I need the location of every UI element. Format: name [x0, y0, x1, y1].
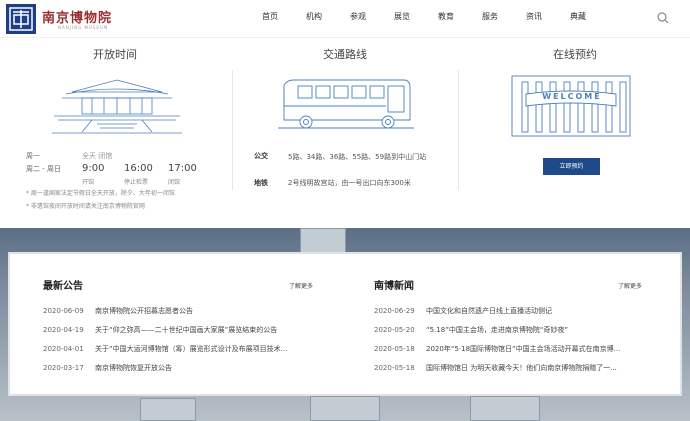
- bus-route: 5路、34路、36路、55路、59路到中山门站: [288, 153, 427, 161]
- last-entry-time: 16:00: [124, 163, 153, 174]
- bus-label: 公交: [254, 152, 268, 160]
- hours-title: 开放时间: [93, 48, 137, 61]
- site-header: 南京博物院 NANJING MUSEUM 首页 机构 参观 展览 教育 服务 资…: [0, 0, 690, 38]
- architecture-decoration: [470, 396, 540, 421]
- monday-label: 周一: [26, 152, 40, 160]
- list-item[interactable]: 2020-06-29 中国文化和自然遗产日线上直播活动侧记: [374, 306, 646, 316]
- architecture-decoration: [310, 396, 380, 421]
- monday-value: 全天 闭馆: [82, 152, 113, 160]
- hours-note-2: * 非遗馆夜间开放时间请关注南京博物院官网: [26, 203, 145, 210]
- museum-logo-icon[interactable]: [6, 4, 36, 34]
- announcements-more-link[interactable]: 了解更多: [289, 281, 313, 290]
- welcome-banner-text: WELCOME: [542, 92, 602, 101]
- booking-title: 在线预约: [553, 48, 597, 61]
- booking-section: 在线预约 WELCOME 立即预约: [460, 38, 690, 228]
- news-more-link[interactable]: 了解更多: [618, 281, 642, 290]
- metro-label: 地铁: [254, 179, 268, 187]
- nav-item-home[interactable]: 首页: [248, 0, 292, 38]
- list-item[interactable]: 2020-05-20 “5.18”中国主会场，走进南京博物院“奇妙夜”: [374, 325, 646, 335]
- nav-item-organization[interactable]: 机构: [292, 0, 336, 38]
- nav-item-news[interactable]: 资讯: [512, 0, 556, 38]
- welcome-gate-icon: WELCOME: [510, 74, 632, 142]
- nav-item-collection[interactable]: 典藏: [556, 0, 600, 38]
- search-icon[interactable]: [656, 10, 670, 24]
- nav-item-visit[interactable]: 参观: [336, 0, 380, 38]
- list-item[interactable]: 2020-03-17 南京博物院恢复开放公告: [43, 363, 333, 373]
- book-now-button[interactable]: 立即预约: [543, 158, 600, 175]
- list-item[interactable]: 2020-04-19 关于“仰之弥高——二十世纪中国画大家展”展览结束的公告: [43, 325, 333, 335]
- list-item[interactable]: 2020-06-09 南京博物院公开招募志愿者公告: [43, 306, 333, 316]
- weekday-label: 周二 - 周日: [26, 165, 61, 173]
- list-item[interactable]: 2020-04-01 关于“中国大运河博物馆（筹）展览形式设计及布展项目技术...: [43, 344, 333, 354]
- main-nav: 首页 机构 参观 展览 教育 服务 资讯 典藏: [248, 0, 600, 38]
- open-time: 9:00: [82, 163, 105, 174]
- logo-text[interactable]: 南京博物院: [42, 7, 112, 26]
- list-item[interactable]: 2020-05-18 2020年“5·18国际博物馆日”中国主会场活动开幕式在南京…: [374, 344, 646, 354]
- nav-item-service[interactable]: 服务: [468, 0, 512, 38]
- last-entry-label: 停止检票: [124, 179, 149, 186]
- bus-icon: [278, 76, 414, 136]
- nav-item-exhibition[interactable]: 展览: [380, 0, 424, 38]
- close-time-label: 闭馆: [168, 179, 181, 186]
- news-title: 南博新闻: [374, 281, 414, 292]
- hours-note-1: * 周一逢国家法定节假日全天开放，除夕、大年初一闭馆: [26, 190, 175, 197]
- architecture-decoration: [140, 398, 196, 421]
- open-time-label: 开馆: [82, 179, 95, 186]
- news-panel: 最新公告 了解更多 2020-06-09 南京博物院公开招募志愿者公告 2020-…: [10, 254, 680, 394]
- announcements-title: 最新公告: [43, 281, 83, 292]
- close-time: 17:00: [168, 163, 197, 174]
- logo-subtitle: NANJING MUSEUM: [58, 25, 109, 30]
- museum-building-icon: [52, 76, 182, 138]
- metro-route: 2号线明故宫站，由一号出口向东300米: [288, 179, 411, 187]
- transport-section: 交通路线 公交 5路、34路、36路、55路、59路到中山门站 地铁 2号线明故…: [230, 38, 460, 228]
- nav-item-education[interactable]: 教育: [424, 0, 468, 38]
- list-item[interactable]: 2020-05-18 国际博物馆日 为明天收藏今天！他们向南京博物院捐赠了一...: [374, 363, 646, 373]
- transport-title: 交通路线: [323, 48, 367, 61]
- opening-hours-section: 开放时间 周一 全天 闭馆 周二 - 周日 9:00 开馆 16:00 停止检票…: [0, 38, 230, 228]
